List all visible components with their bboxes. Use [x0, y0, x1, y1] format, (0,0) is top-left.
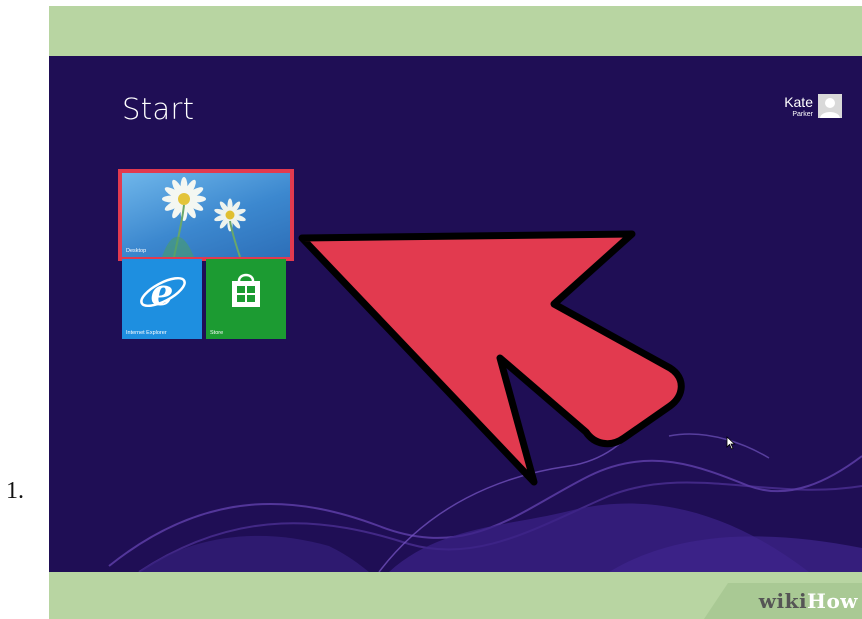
step-number: 1.	[6, 478, 24, 504]
mouse-cursor-icon	[726, 436, 736, 450]
start-title: Start	[122, 92, 195, 126]
daisy-wallpaper-icon	[162, 177, 246, 257]
wikihow-logo-how: How	[807, 589, 858, 613]
tile-label: Desktop	[126, 248, 147, 254]
tile-label: Internet Explorer	[126, 330, 167, 336]
tile-store[interactable]: Store	[206, 259, 286, 339]
user-first-name: Kate	[784, 94, 813, 110]
user-last-name: Parker	[792, 111, 813, 118]
user-name: Kate Parker	[784, 94, 813, 119]
start-screen: Start Kate Parker Desktop e Internet Exp…	[49, 56, 862, 572]
wikihow-logo: wikiHow	[759, 589, 858, 613]
wikihow-watermark: wikiHow	[704, 583, 862, 619]
red-arrow-annotation	[298, 230, 685, 486]
shopping-bag-icon	[232, 273, 260, 307]
user-silhouette-icon[interactable]	[818, 94, 842, 118]
ie-logo-icon: e	[140, 272, 186, 314]
tile-label: Store	[210, 330, 224, 336]
tile-desktop[interactable]: Desktop	[118, 169, 294, 261]
user-account[interactable]: Kate Parker	[784, 94, 842, 128]
screenshot-frame: Start Kate Parker Desktop e Internet Exp…	[49, 6, 862, 619]
tile-internet-explorer[interactable]: e Internet Explorer	[122, 259, 202, 339]
wikihow-logo-wiki: wiki	[758, 589, 808, 613]
